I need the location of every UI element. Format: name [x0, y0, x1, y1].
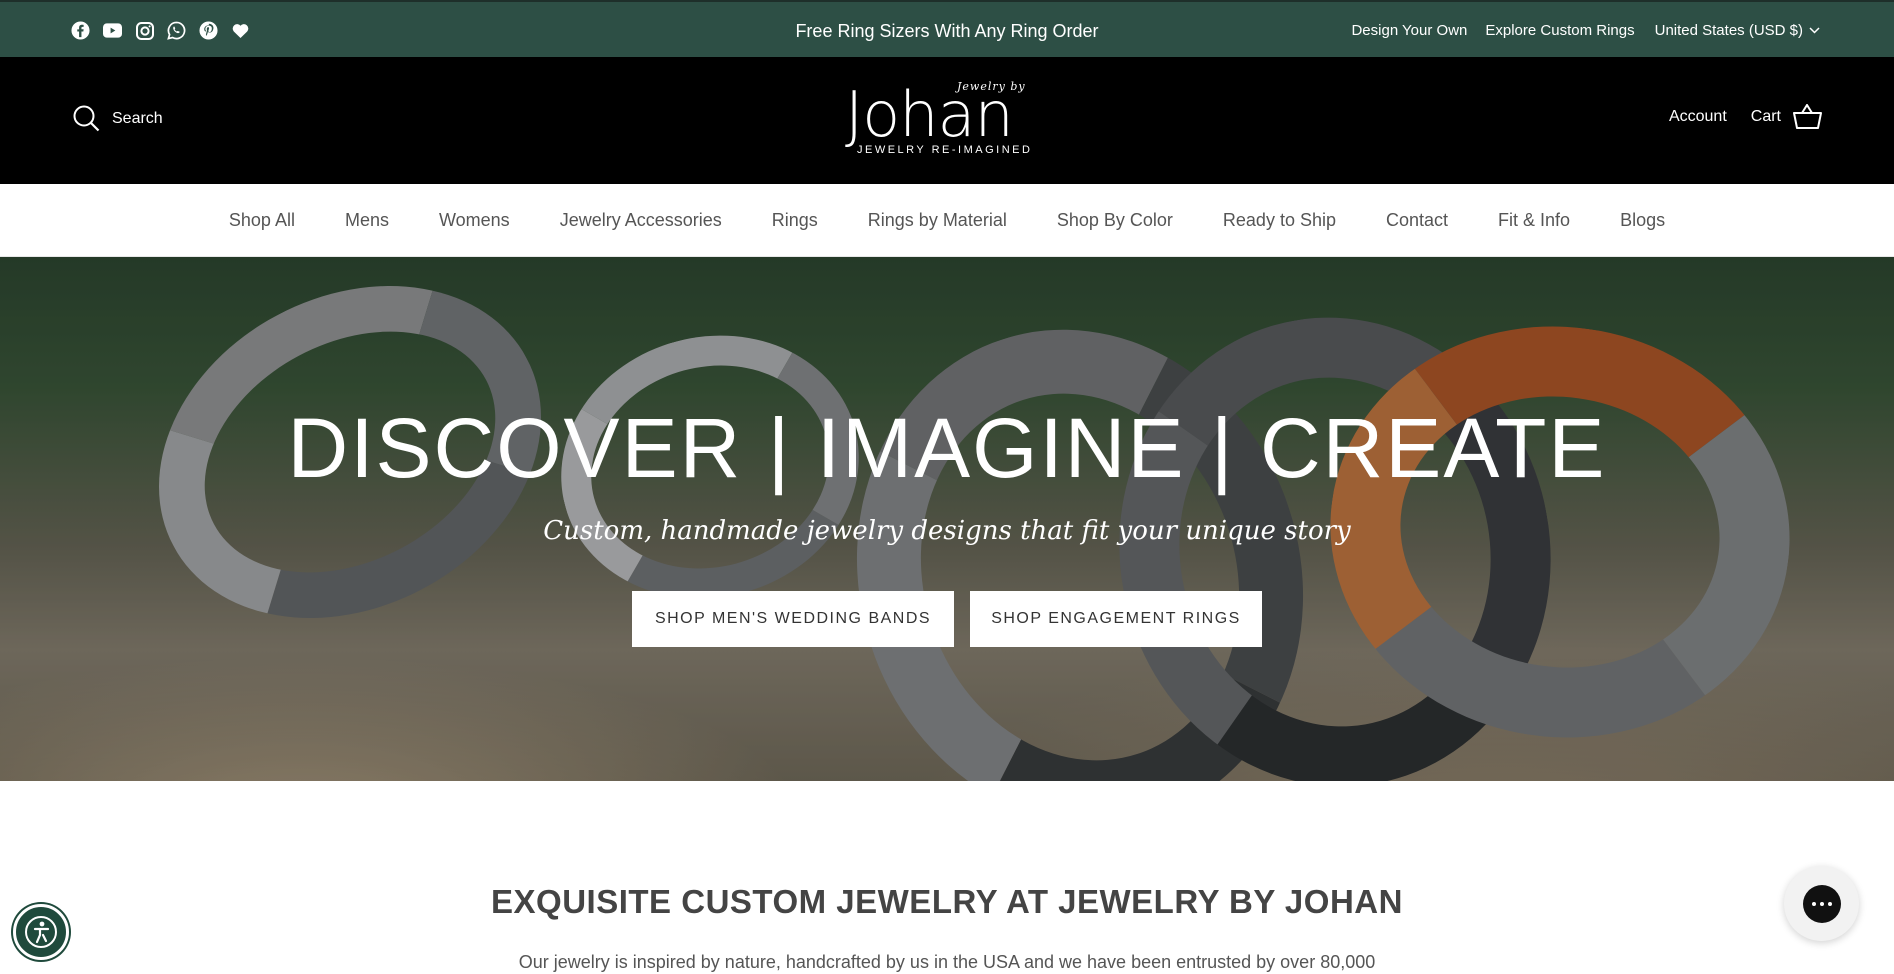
search-label: Search — [112, 109, 163, 127]
nav-item-blogs[interactable]: Blogs — [1595, 210, 1690, 231]
chat-icon — [1802, 884, 1841, 923]
accessibility-icon — [25, 916, 57, 948]
basket-icon — [1793, 104, 1822, 129]
shop-engagement-rings-button[interactable]: SHOP ENGAGEMENT RINGS — [970, 591, 1262, 647]
nav-item-shop-by-color[interactable]: Shop By Color — [1032, 210, 1198, 231]
hero-title: DISCOVER | IMAGINE | CREATE — [287, 401, 1607, 495]
explore-custom-rings-link[interactable]: Explore Custom Rings — [1485, 22, 1634, 39]
cart-label: Cart — [1750, 107, 1781, 125]
hero-banner: DISCOVER | IMAGINE | CREATE Custom, hand… — [0, 257, 1894, 781]
intro-title: EXQUISITE CUSTOM JEWELRY AT JEWELRY BY J… — [491, 883, 1403, 920]
nav-item-jewelry-accessories[interactable]: Jewelry Accessories — [535, 210, 747, 231]
logo-name: Johan — [845, 78, 1014, 151]
nav-item-mens[interactable]: Mens — [320, 210, 414, 231]
announcement-bar: Free Ring Sizers With Any Ring Order Des… — [0, 0, 1894, 57]
intro-text: Our jewelry is inspired by nature, handc… — [518, 952, 1376, 972]
nav-item-fit-info[interactable]: Fit & Info — [1473, 210, 1595, 231]
chevron-down-icon — [1809, 27, 1820, 34]
accessibility-button[interactable] — [13, 904, 69, 960]
chat-button[interactable] — [1784, 866, 1859, 941]
nav-item-womens[interactable]: Womens — [414, 210, 535, 231]
site-header: Search Jewelry by Johan JEWELRY RE-IMAGI… — [0, 57, 1894, 184]
site-logo[interactable]: Jewelry by Johan JEWELRY RE-IMAGINED — [845, 80, 1050, 160]
hero-subtitle: Custom, handmade jewelry designs that fi… — [543, 516, 1351, 546]
logo-tagline: JEWELRY RE-IMAGINED — [857, 144, 1033, 156]
search-button[interactable]: Search — [73, 105, 163, 132]
nav-item-rings[interactable]: Rings — [747, 210, 843, 231]
nav-item-shop-all[interactable]: Shop All — [204, 210, 320, 231]
nav-item-contact[interactable]: Contact — [1361, 210, 1473, 231]
nav-item-rings-by-material[interactable]: Rings by Material — [843, 210, 1032, 231]
nav-item-ready-to-ship[interactable]: Ready to Ship — [1198, 210, 1361, 231]
hero-content: DISCOVER | IMAGINE | CREATE Custom, hand… — [0, 257, 1894, 781]
currency-label: United States (USD $) — [1654, 22, 1803, 39]
design-your-own-link[interactable]: Design Your Own — [1351, 22, 1467, 39]
shop-mens-wedding-bands-button[interactable]: SHOP MEN'S WEDDING BANDS — [632, 591, 954, 647]
main-nav: Shop All Mens Womens Jewelry Accessories… — [0, 184, 1894, 257]
cart-button[interactable]: Cart — [1751, 104, 1822, 129]
search-icon — [73, 105, 100, 132]
hero-buttons: SHOP MEN'S WEDDING BANDS SHOP ENGAGEMENT… — [632, 591, 1262, 647]
currency-selector[interactable]: United States (USD $) — [1655, 22, 1820, 39]
header-actions: Account Cart — [1669, 104, 1822, 129]
announcement-links: Design Your Own Explore Custom Rings Uni… — [1351, 22, 1820, 39]
account-link[interactable]: Account — [1669, 108, 1727, 126]
